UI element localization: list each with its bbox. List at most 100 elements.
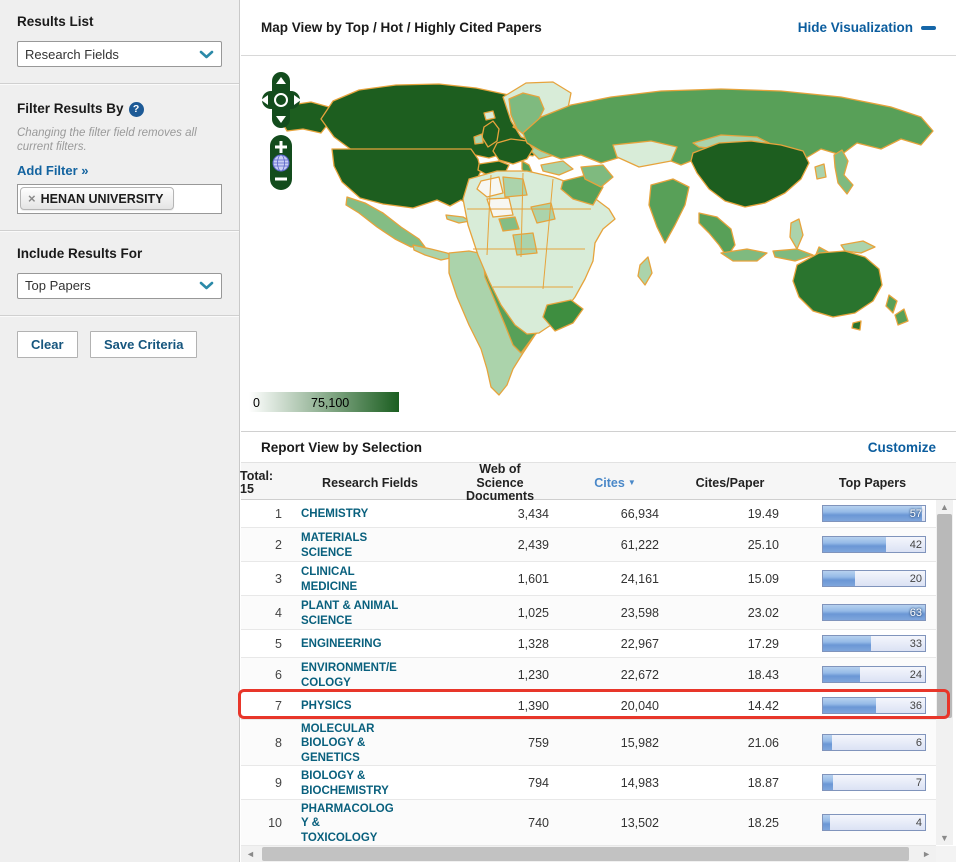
rank-cell: 5 (241, 637, 299, 651)
top-papers-cell: 20 (789, 570, 936, 587)
cites-per-paper-value: 23.02 (671, 606, 789, 620)
scrollbar-corner (936, 846, 956, 862)
include-results-dropdown[interactable]: Top Papers (17, 273, 222, 299)
top-papers-value: 36 (910, 700, 922, 712)
bar-fill (823, 636, 871, 651)
field-cell: MOLECULAR BIOLOGY & GENETICS (299, 721, 441, 765)
main-panel: Map View by Top / Hot / Highly Cited Pap… (241, 0, 956, 862)
top-papers-cell: 7 (789, 774, 936, 791)
rank-cell: 9 (241, 776, 299, 790)
research-field-link[interactable]: ENGINEERING (301, 638, 382, 650)
help-icon[interactable]: ? (129, 102, 144, 117)
field-cell: CLINICAL MEDICINE (299, 564, 441, 593)
rank-cell: 4 (241, 606, 299, 620)
cites-value: 15,982 (559, 736, 671, 750)
results-list-dropdown[interactable]: Research Fields (17, 41, 222, 67)
scroll-right-icon[interactable]: ► (922, 846, 931, 862)
top-papers-cell: 33 (789, 635, 936, 652)
research-field-link[interactable]: MATERIALS SCIENCE (301, 532, 367, 559)
field-cell: ENVIRONMENT/E COLOGY (299, 660, 441, 689)
top-papers-bar: 20 (822, 570, 926, 587)
table-row: 2MATERIALS SCIENCE2,43961,22225.1042 (241, 528, 936, 562)
cites-per-paper-value: 18.87 (671, 776, 789, 790)
cites-label: Cites (594, 476, 625, 490)
hide-visualization-link[interactable]: Hide Visualization (798, 20, 936, 35)
field-cell: PLANT & ANIMAL SCIENCE (299, 598, 441, 627)
chevron-down-icon (199, 281, 214, 290)
remove-tag-icon[interactable]: × (28, 191, 36, 206)
bar-fill (823, 815, 830, 830)
column-header-cites[interactable]: Cites▼ (559, 476, 671, 491)
scroll-up-icon[interactable]: ▲ (936, 500, 953, 514)
column-header-wos-documents[interactable]: Web of Science Documents (441, 463, 559, 504)
field-cell: PHYSICS (299, 698, 441, 713)
map-area: 0 75,100 (241, 57, 956, 431)
top-papers-value: 33 (910, 638, 922, 650)
save-criteria-button[interactable]: Save Criteria (90, 331, 198, 358)
vertical-scrollbar[interactable]: ▲ ▼ (936, 500, 953, 845)
column-header-research-fields[interactable]: Research Fields (299, 477, 441, 491)
research-field-link[interactable]: BIOLOGY & BIOCHEMISTRY (301, 770, 389, 797)
cites-per-paper-value: 25.10 (671, 538, 789, 552)
add-filter-link[interactable]: Add Filter » (17, 163, 222, 178)
top-papers-value: 4 (916, 817, 922, 829)
table-row: 6ENVIRONMENT/E COLOGY1,23022,67218.4324 (241, 658, 936, 692)
table-row: 5ENGINEERING1,32822,96717.2933 (241, 630, 936, 658)
top-papers-bar: 7 (822, 774, 926, 791)
top-papers-bar: 42 (822, 536, 926, 553)
docs-value: 740 (441, 816, 559, 830)
filter-tag: × HENAN UNIVERSITY (20, 187, 174, 210)
hide-visualization-label: Hide Visualization (798, 20, 913, 35)
research-field-link[interactable]: CLINICAL MEDICINE (301, 566, 357, 593)
rank-cell: 3 (241, 572, 299, 586)
bar-fill (823, 571, 855, 586)
research-field-link[interactable]: PHYSICS (301, 700, 352, 712)
zoom-out-icon[interactable] (275, 178, 287, 181)
top-papers-value: 57 (910, 508, 922, 520)
table-row: 3CLINICAL MEDICINE1,60124,16115.0920 (241, 562, 936, 596)
cites-per-paper-value: 14.42 (671, 699, 789, 713)
research-field-link[interactable]: MOLECULAR BIOLOGY & GENETICS (301, 723, 374, 764)
rank-cell: 7 (241, 699, 299, 713)
legend-min-label: 0 (253, 396, 260, 410)
horizontal-scrollbar[interactable]: ◄ ► (241, 846, 936, 862)
map-continents (279, 82, 933, 395)
research-field-link[interactable]: ENVIRONMENT/E COLOGY (301, 662, 397, 689)
legend-max-label: 75,100 (311, 396, 349, 410)
table-row: 10PHARMACOLOG Y & TOXICOLOGY74013,50218.… (241, 800, 936, 846)
vertical-scroll-thumb[interactable] (937, 514, 952, 718)
bar-fill (823, 775, 833, 790)
research-field-link[interactable]: CHEMISTRY (301, 508, 368, 520)
scroll-left-icon[interactable]: ◄ (246, 846, 255, 862)
top-papers-cell: 63 (789, 604, 936, 621)
docs-value: 1,328 (441, 637, 559, 651)
clear-button[interactable]: Clear (17, 331, 78, 358)
docs-value: 759 (441, 736, 559, 750)
column-header-top-papers[interactable]: Top Papers (789, 477, 956, 491)
filter-section: Filter Results By? Changing the filter f… (0, 85, 239, 230)
bar-fill (823, 735, 832, 750)
research-field-link[interactable]: PLANT & ANIMAL SCIENCE (301, 600, 398, 627)
table-row: 1CHEMISTRY3,43466,93419.4957 (241, 500, 936, 528)
research-field-link[interactable]: PHARMACOLOG Y & TOXICOLOGY (301, 803, 394, 844)
column-header-cites-per-paper[interactable]: Cites/Paper (671, 477, 789, 491)
top-papers-bar: 57 (822, 505, 926, 522)
include-results-heading: Include Results For (17, 246, 222, 261)
top-papers-bar: 33 (822, 635, 926, 652)
top-papers-cell: 24 (789, 666, 936, 683)
minus-icon (921, 26, 936, 30)
cites-value: 61,222 (559, 538, 671, 552)
actions-section: Clear Save Criteria (0, 317, 239, 374)
filter-tag-input[interactable]: × HENAN UNIVERSITY (17, 184, 222, 214)
docs-value: 2,439 (441, 538, 559, 552)
table-header: Total: 15 Research Fields Web of Science… (241, 462, 956, 500)
horizontal-scroll-thumb[interactable] (262, 847, 909, 861)
rank-cell: 10 (241, 816, 299, 830)
map-title: Map View by Top / Hot / Highly Cited Pap… (261, 20, 542, 35)
customize-link[interactable]: Customize (868, 440, 936, 455)
total-label: Total: (240, 470, 299, 484)
scroll-down-icon[interactable]: ▼ (936, 831, 953, 845)
top-papers-value: 24 (910, 669, 922, 681)
map-zoom-control[interactable] (270, 135, 292, 190)
docs-value: 1,601 (441, 572, 559, 586)
